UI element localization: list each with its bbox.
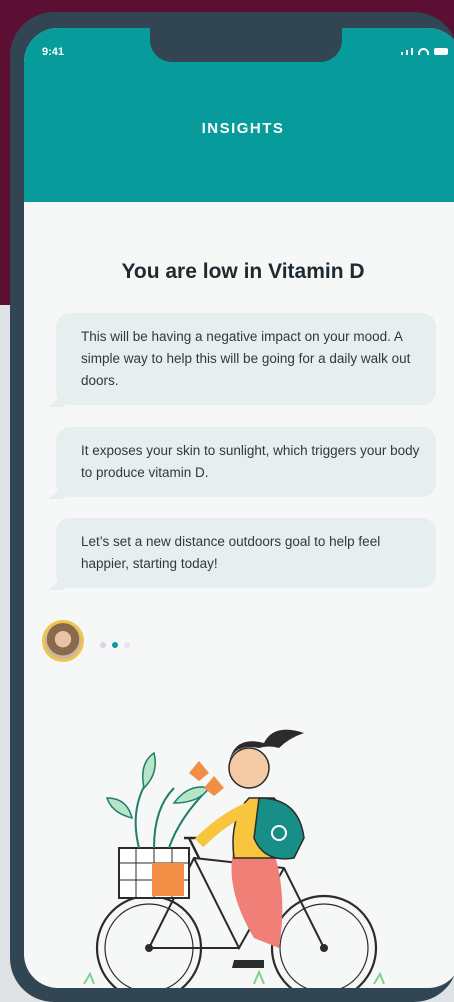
page-title: INSIGHTS bbox=[201, 120, 285, 137]
status-time: 9:41 bbox=[42, 46, 65, 58]
app-screen: 9:41 INSIGHTS You are low in Vitamin D T… bbox=[24, 28, 454, 988]
avatar[interactable] bbox=[42, 620, 84, 662]
signal-bar bbox=[411, 48, 413, 55]
typing-dot bbox=[100, 642, 106, 648]
typing-dot bbox=[124, 642, 130, 648]
signal-bar bbox=[406, 50, 408, 55]
typing-dot bbox=[112, 642, 118, 648]
insight-headline: You are low in Vitamin D bbox=[121, 260, 365, 283]
message-bubble: This will be having a negative impact on… bbox=[48, 313, 436, 407]
notch bbox=[150, 28, 342, 62]
status-icons bbox=[401, 48, 448, 55]
message-bubble: It exposes your skin to sunlight, which … bbox=[48, 427, 436, 499]
cyclist-illustration bbox=[83, 729, 385, 988]
typing-indicator bbox=[100, 642, 130, 648]
signal-icon bbox=[401, 52, 403, 55]
phone-frame: 9:41 INSIGHTS You are low in Vitamin D T… bbox=[10, 12, 454, 1002]
wifi-icon bbox=[418, 48, 429, 55]
battery-icon bbox=[434, 48, 448, 55]
message-bubble: Let’s set a new distance outdoors goal t… bbox=[48, 518, 436, 590]
